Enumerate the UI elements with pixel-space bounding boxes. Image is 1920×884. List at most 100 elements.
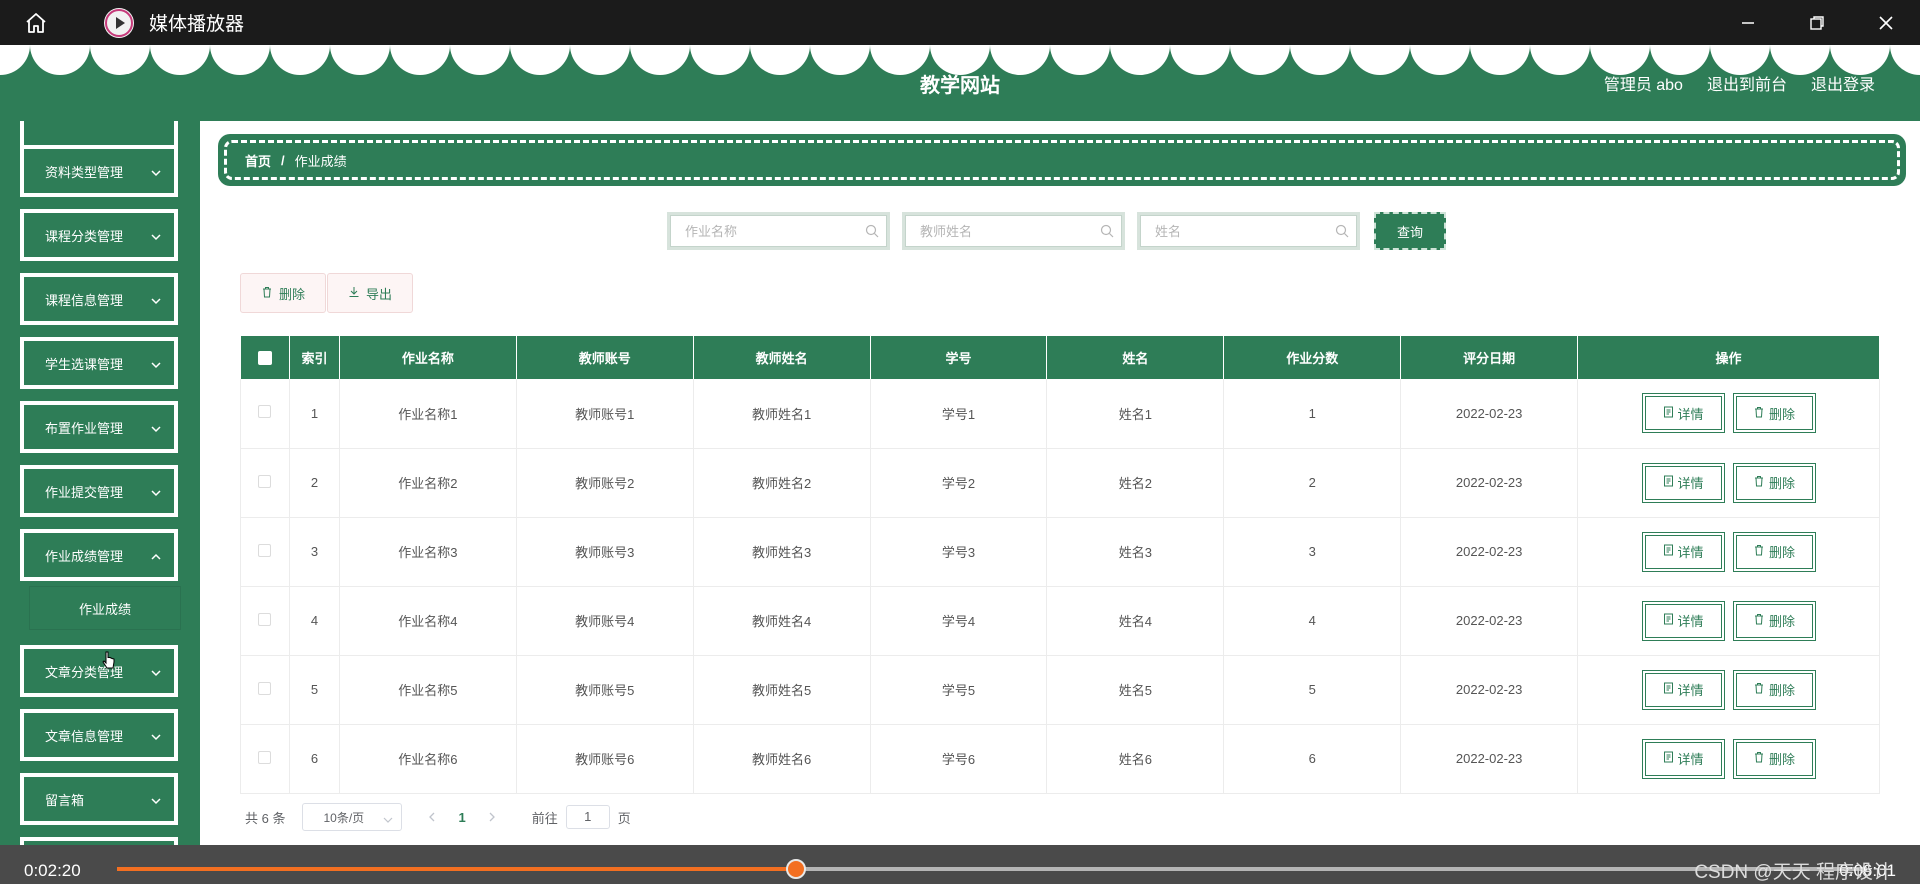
cell-homework: 作业名称2	[339, 448, 517, 518]
cell-date: 2022-02-23	[1400, 448, 1579, 518]
trash-icon	[1753, 751, 1765, 766]
sidebar-item-message-box[interactable]: 留言箱	[20, 773, 178, 825]
sidebar-item-label: 作业成绩管理	[45, 548, 124, 564]
sidebar-item-label: 学生选课管理	[45, 356, 124, 372]
exit-to-front-link[interactable]: 退出到前台	[1707, 71, 1787, 95]
prev-page-icon[interactable]	[428, 810, 436, 825]
cell-teacher-account: 教师账号6	[516, 724, 694, 794]
table-header-row: 索引 作业名称 教师账号 教师姓名 学号 姓名 作业分数 评分日期 操作	[240, 336, 1880, 379]
row-delete-button[interactable]: 删除	[1732, 669, 1816, 710]
teacher-name-input[interactable]	[905, 215, 1122, 247]
column-header: 教师账号	[516, 336, 694, 379]
row-checkbox[interactable]	[258, 750, 272, 764]
column-header: 作业名称	[339, 336, 517, 379]
home-icon[interactable]	[18, 5, 54, 41]
document-icon	[1663, 682, 1674, 697]
detail-button[interactable]: 详情	[1641, 738, 1725, 779]
page-number[interactable]: 1	[458, 810, 465, 825]
breadcrumb: 首页 / 作业成绩	[218, 134, 1906, 186]
sidebar-item-course-info[interactable]: 课程信息管理	[20, 273, 178, 325]
name-input[interactable]	[1140, 215, 1357, 247]
row-select-cell	[240, 655, 290, 725]
row-delete-label: 删除	[1769, 614, 1796, 629]
query-button[interactable]: 查询	[1374, 212, 1446, 250]
cell-operations: 详情 删除	[1577, 586, 1880, 656]
header-links: 管理员 abo 退出到前台 退出登录	[1604, 71, 1875, 95]
logout-link[interactable]: 退出登录	[1811, 71, 1875, 95]
trash-icon	[1753, 613, 1765, 628]
admin-user-label: 管理员 abo	[1603, 77, 1683, 94]
cell-score: 6	[1223, 724, 1402, 794]
goto-suffix: 页	[617, 810, 631, 826]
sidebar-item-article-category[interactable]: 文章分类管理	[20, 645, 178, 697]
seek-handle[interactable]	[786, 859, 806, 879]
cell-score: 2	[1223, 448, 1402, 518]
breadcrumb-inner: 首页 / 作业成绩	[224, 140, 1900, 180]
select-all-checkbox[interactable]	[257, 351, 272, 366]
page-size-select[interactable]: 10条/页	[302, 803, 403, 831]
chevron-down-icon	[150, 230, 162, 245]
cell-student-no: 学号1	[870, 379, 1048, 449]
row-delete-button[interactable]: 删除	[1732, 738, 1816, 779]
chevron-down-icon	[150, 794, 162, 809]
sidebar-item-homework-submission[interactable]: 作业提交管理	[20, 465, 178, 517]
breadcrumb-separator: /	[281, 152, 285, 168]
detail-button[interactable]: 详情	[1641, 669, 1725, 710]
chevron-up-icon	[150, 550, 162, 565]
row-checkbox[interactable]	[258, 612, 272, 626]
next-page-icon[interactable]	[488, 810, 496, 825]
detail-button[interactable]: 详情	[1641, 531, 1725, 572]
row-delete-button[interactable]: 删除	[1732, 531, 1816, 572]
goto-page-input[interactable]: 1	[565, 805, 610, 829]
sidebar-item-hidden-bottom[interactable]	[20, 837, 178, 845]
chevron-down-icon	[150, 486, 162, 501]
sidebar-item-assign-homework[interactable]: 布置作业管理	[20, 401, 178, 453]
sidebar-item-material-type[interactable]: 资料类型管理	[20, 145, 178, 197]
detail-button[interactable]: 详情	[1641, 600, 1725, 641]
minimize-icon[interactable]	[1713, 0, 1782, 45]
trash-icon	[1753, 406, 1765, 421]
sidebar-item-homework-score[interactable]: 作业成绩管理	[20, 529, 178, 581]
export-label: 导出	[366, 286, 393, 302]
breadcrumb-home[interactable]: 首页	[245, 151, 271, 170]
detail-button[interactable]: 详情	[1641, 462, 1725, 503]
cell-operations: 详情 删除	[1577, 724, 1880, 794]
close-icon[interactable]	[1851, 0, 1920, 45]
document-icon	[1663, 544, 1674, 559]
media-controls: 0:02:20 0:06:01 CSDN @天天 程序设计	[0, 845, 1920, 884]
sidebar-item-article-info[interactable]: 文章信息管理	[20, 709, 178, 761]
restore-icon[interactable]	[1782, 0, 1851, 45]
document-icon	[1663, 475, 1674, 490]
row-delete-button[interactable]: 删除	[1732, 600, 1816, 641]
batch-delete-button[interactable]: 删除	[240, 273, 327, 313]
row-delete-button[interactable]: 删除	[1732, 393, 1816, 434]
homework-name-input[interactable]	[670, 215, 887, 247]
row-checkbox[interactable]	[258, 405, 272, 419]
chevron-down-icon	[150, 166, 162, 181]
cell-operations: 详情 删除	[1577, 448, 1880, 518]
chevron-down-icon	[150, 422, 162, 437]
sidebar-item-course-category[interactable]: 课程分类管理	[20, 209, 178, 261]
table-row: 4 作业名称4 教师账号4 教师姓名4 学号4 姓名4 4 2022-02-23 详情 删除	[240, 586, 1880, 656]
sidebar-item-course-selection[interactable]: 学生选课管理	[20, 337, 178, 389]
cell-date: 2022-02-23	[1400, 517, 1579, 587]
row-delete-button[interactable]: 删除	[1732, 462, 1816, 503]
row-checkbox[interactable]	[258, 474, 272, 488]
cell-student-no: 学号4	[870, 586, 1048, 656]
export-button[interactable]: 导出	[327, 273, 414, 313]
sidebar-subitem-homework-score[interactable]: 作业成绩	[30, 587, 180, 629]
column-header: 索引	[289, 336, 340, 379]
table-row: 2 作业名称2 教师账号2 教师姓名2 学号2 姓名2 2 2022-02-23 详情 删除	[240, 448, 1880, 518]
cell-date: 2022-02-23	[1400, 586, 1579, 656]
trash-icon	[1753, 475, 1765, 490]
cell-name: 姓名2	[1046, 448, 1225, 518]
table-row: 3 作业名称3 教师账号3 教师姓名3 学号3 姓名3 3 2022-02-23 详情 删除	[240, 517, 1880, 587]
detail-button[interactable]: 详情	[1641, 393, 1725, 434]
row-checkbox[interactable]	[258, 543, 272, 557]
column-header: 学号	[870, 336, 1048, 379]
row-checkbox[interactable]	[258, 681, 272, 695]
detail-label: 详情	[1677, 476, 1704, 491]
row-select-cell	[240, 586, 290, 656]
cell-student-no: 学号2	[870, 448, 1048, 518]
seek-bar[interactable]	[117, 859, 1867, 879]
